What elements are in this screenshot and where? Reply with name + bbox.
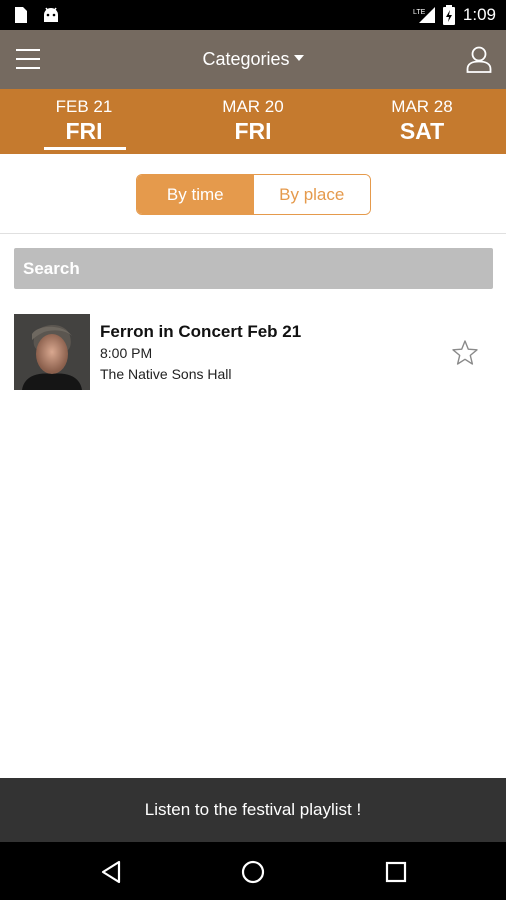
- date-tab-day: FRI: [234, 118, 272, 144]
- divider: [0, 233, 506, 234]
- event-list-item[interactable]: Ferron in Concert Feb 21 8:00 PM The Nat…: [14, 314, 493, 390]
- clock: 1:09: [462, 5, 496, 24]
- event-time: 8:00 PM: [100, 345, 153, 361]
- sim-card-icon: [15, 7, 27, 23]
- view-toggle: By time By place: [136, 174, 371, 215]
- android-icon: [44, 7, 58, 22]
- date-tab-month: FEB 21: [55, 97, 113, 116]
- date-tab-mar-20[interactable]: MAR 20 FRI: [169, 89, 337, 154]
- event-title: Ferron in Concert Feb 21: [100, 322, 302, 341]
- date-tabs: FEB 21 FRI MAR 20 FRI MAR 28 SAT: [0, 89, 506, 154]
- navigation-bar: [0, 842, 506, 900]
- categories-label: Categories: [202, 49, 290, 69]
- status-bar: LTE 1:09: [0, 0, 506, 30]
- lte-signal-icon: LTE: [413, 7, 435, 23]
- notification-icons: [12, 6, 60, 24]
- system-status: LTE 1:09: [413, 5, 496, 25]
- playlist-banner[interactable]: Listen to the festival playlist !: [0, 778, 506, 842]
- user-profile-icon[interactable]: [466, 45, 492, 73]
- date-tab-month: MAR 28: [391, 97, 453, 116]
- categories-dropdown[interactable]: Categories: [0, 49, 506, 70]
- recents-icon[interactable]: [383, 859, 409, 885]
- back-icon[interactable]: [99, 859, 125, 885]
- date-tab-mar-28[interactable]: MAR 28 SAT: [338, 89, 506, 154]
- by-time-button[interactable]: By time: [137, 175, 254, 214]
- search-input[interactable]: Search: [14, 248, 493, 289]
- star-favorite-icon[interactable]: [451, 339, 479, 367]
- date-tab-month: MAR 20: [222, 97, 284, 116]
- home-icon[interactable]: [240, 859, 266, 885]
- event-place: The Native Sons Hall: [100, 366, 232, 382]
- network-type: LTE: [413, 9, 426, 16]
- date-tab-day: FRI: [65, 118, 103, 144]
- battery-charging-icon: [442, 5, 455, 25]
- event-thumbnail: [14, 314, 90, 390]
- date-tab-feb-21[interactable]: FEB 21 FRI: [0, 89, 168, 154]
- caret-down-icon: [293, 55, 304, 62]
- app-bar: Categories: [0, 30, 506, 89]
- date-tab-day: SAT: [399, 118, 445, 144]
- selected-date-indicator: [44, 147, 126, 150]
- by-place-button[interactable]: By place: [253, 175, 370, 214]
